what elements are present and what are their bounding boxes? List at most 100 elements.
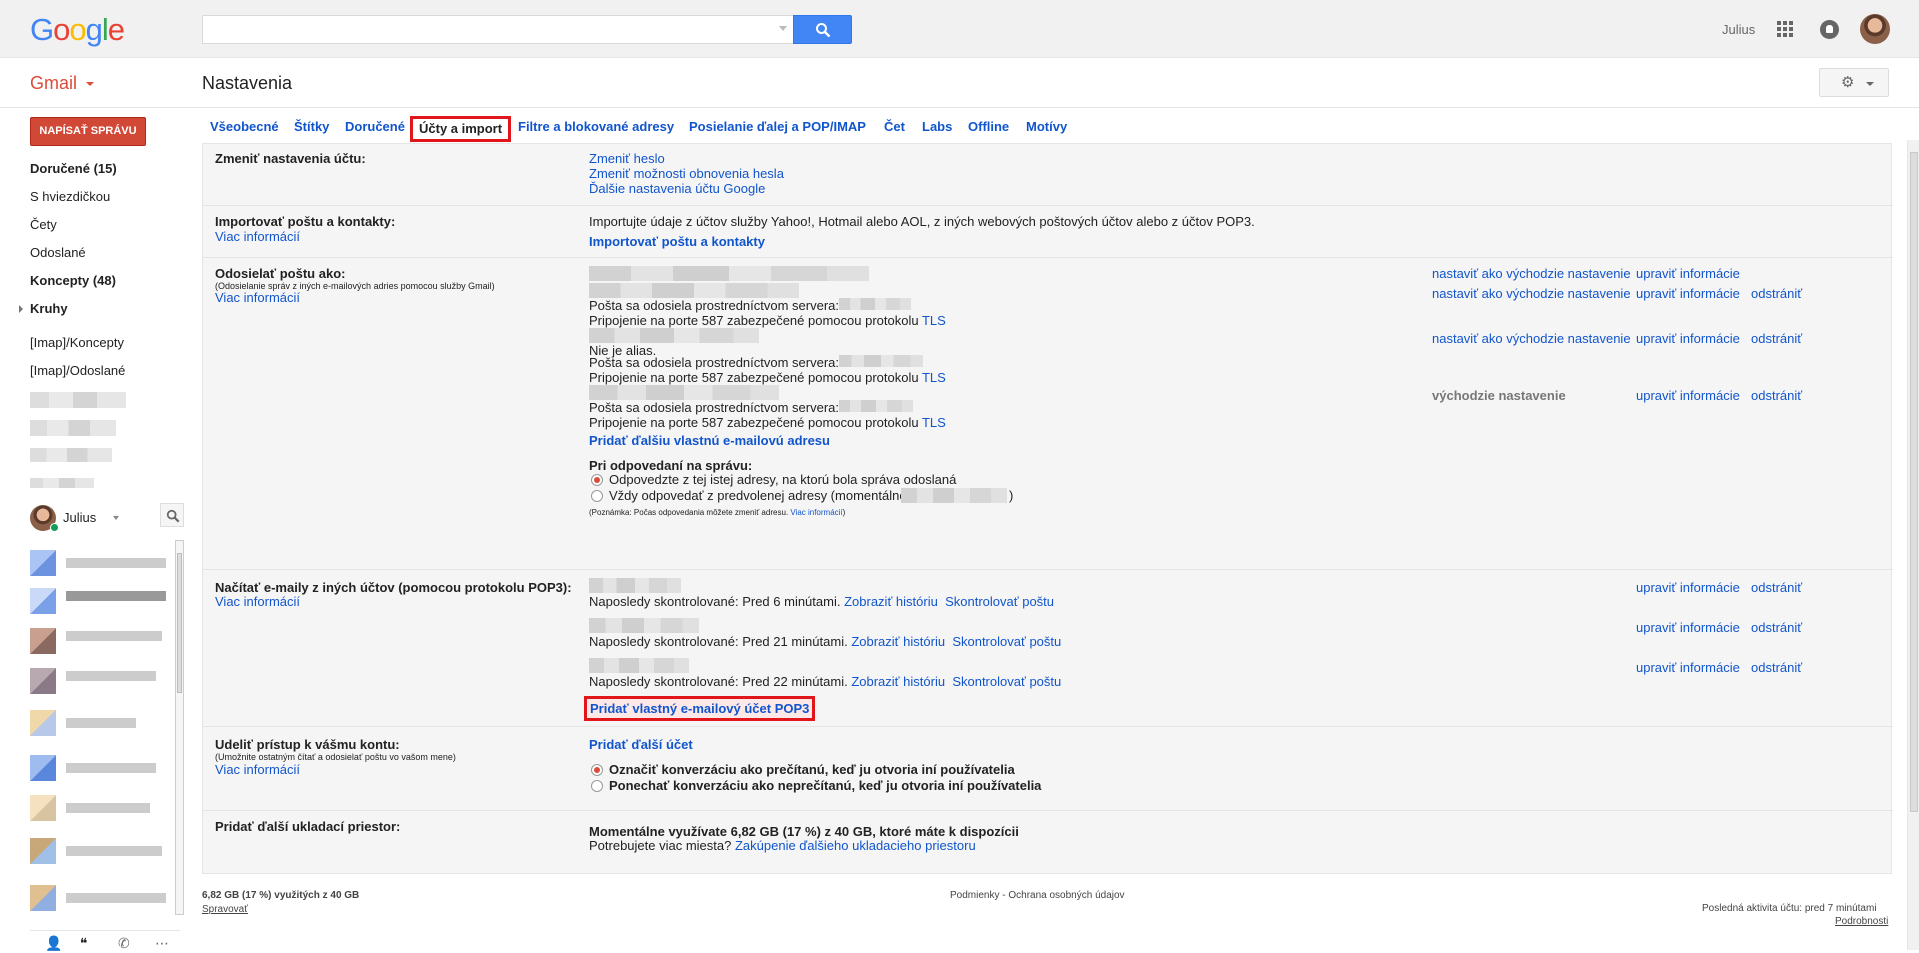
tab-labs[interactable]: Labs bbox=[914, 114, 960, 140]
gmail-menu-caret-icon[interactable] bbox=[86, 82, 94, 86]
page-scroll-thumb[interactable] bbox=[1910, 152, 1918, 812]
chat-contact[interactable] bbox=[30, 795, 170, 821]
nav-item-sent[interactable]: Odoslané bbox=[30, 245, 86, 260]
chat-search-button[interactable] bbox=[160, 503, 184, 527]
remove-link[interactable]: odstrániť bbox=[1751, 580, 1802, 595]
chat-scrollbar[interactable] bbox=[175, 540, 184, 915]
tab-accounts-import[interactable]: Účty a import bbox=[410, 116, 512, 142]
apps-grid-icon[interactable] bbox=[1777, 21, 1793, 37]
chat-user-name[interactable]: Julius bbox=[63, 510, 96, 525]
change-recovery-link[interactable]: Zmeniť možnosti obnovenia hesla bbox=[589, 166, 784, 181]
edit-info-link[interactable]: upraviť informácie bbox=[1636, 388, 1740, 403]
reply-default-address-radio[interactable] bbox=[591, 490, 603, 502]
page-scrollbar[interactable] bbox=[1907, 140, 1919, 950]
buy-storage-link[interactable]: Zakúpenie ďalšieho ukladacieho priestoru bbox=[735, 838, 976, 853]
remove-link[interactable]: odstrániť bbox=[1751, 286, 1802, 301]
add-pop3-account-link[interactable]: Pridať vlastný e-mailový účet POP3 bbox=[584, 696, 816, 721]
edit-info-link[interactable]: upraviť informácie bbox=[1636, 331, 1740, 346]
nav-item-drafts[interactable]: Koncepty (48) bbox=[30, 273, 116, 288]
set-default-link[interactable]: nastaviť ako východzie nastavenie bbox=[1432, 266, 1631, 281]
search-input[interactable] bbox=[202, 15, 793, 44]
tab-forwarding[interactable]: Posielanie ďalej a POP/IMAP bbox=[681, 114, 874, 140]
tab-offline[interactable]: Offline bbox=[960, 114, 1017, 140]
gmail-menu-label[interactable]: Gmail bbox=[30, 73, 77, 94]
tab-chat[interactable]: Čet bbox=[876, 114, 913, 140]
tls-link[interactable]: TLS bbox=[922, 370, 946, 385]
edit-info-link[interactable]: upraviť informácie bbox=[1636, 660, 1740, 675]
tls-link[interactable]: TLS bbox=[922, 415, 946, 430]
contacts-icon[interactable]: 👤 bbox=[45, 935, 62, 952]
set-default-link[interactable]: nastaviť ako východzie nastavenie bbox=[1432, 286, 1631, 301]
compose-button[interactable]: NAPÍSAŤ SPRÁVU bbox=[30, 117, 146, 146]
edit-info-link[interactable]: upraviť informácie bbox=[1636, 580, 1740, 595]
nav-item-imap-sent[interactable]: [Imap]/Odoslané bbox=[30, 363, 125, 378]
search-button[interactable] bbox=[793, 15, 852, 44]
change-password-link[interactable]: Zmeniť heslo bbox=[589, 151, 665, 166]
search-options-caret-icon[interactable] bbox=[779, 26, 787, 31]
footer-manage-link[interactable]: Spravovať bbox=[202, 904, 248, 915]
chat-contact[interactable] bbox=[30, 550, 170, 576]
chat-contact[interactable] bbox=[30, 755, 170, 781]
expand-arrow-icon[interactable] bbox=[19, 305, 23, 313]
phone-icon[interactable]: ✆ bbox=[118, 935, 130, 952]
tab-themes[interactable]: Motívy bbox=[1018, 114, 1075, 140]
details-link[interactable]: Podrobnosti bbox=[1835, 916, 1888, 927]
nav-item-inbox[interactable]: Doručené (15) bbox=[30, 161, 117, 176]
nav-item-circles[interactable]: Kruhy bbox=[30, 301, 68, 316]
account-avatar[interactable] bbox=[1860, 14, 1890, 44]
tab-labels[interactable]: Štítky bbox=[286, 114, 337, 140]
more-info-link[interactable]: Viac informácií bbox=[215, 594, 300, 609]
nav-item-redacted[interactable] bbox=[30, 478, 94, 488]
check-mail-link[interactable]: Skontrolovať poštu bbox=[952, 674, 1061, 689]
check-mail-link[interactable]: Skontrolovať poštu bbox=[952, 634, 1061, 649]
view-history-link[interactable]: Zobraziť históriu bbox=[844, 594, 938, 609]
remove-link[interactable]: odstrániť bbox=[1751, 660, 1802, 675]
edit-info-link[interactable]: upraviť informácie bbox=[1636, 620, 1740, 635]
tab-inbox[interactable]: Doručené bbox=[337, 114, 413, 140]
tab-general[interactable]: Všeobecné bbox=[202, 114, 287, 140]
edit-info-link[interactable]: upraviť informácie bbox=[1636, 266, 1740, 281]
tab-filters[interactable]: Filtre a blokované adresy bbox=[510, 114, 682, 140]
leave-unread-radio[interactable] bbox=[591, 780, 603, 792]
view-history-link[interactable]: Zobraziť históriu bbox=[851, 674, 945, 689]
google-account-settings-link[interactable]: Ďalšie nastavenia účtu Google bbox=[589, 181, 765, 196]
chevron-down-icon[interactable] bbox=[113, 516, 119, 520]
chat-contact[interactable] bbox=[30, 668, 170, 694]
privacy-link[interactable]: Ochrana osobných údajov bbox=[1008, 890, 1124, 901]
nav-item-starred[interactable]: S hviezdičkou bbox=[30, 189, 110, 204]
chat-contact[interactable] bbox=[30, 710, 170, 736]
chat-contact[interactable] bbox=[30, 838, 170, 864]
terms-link[interactable]: Podmienky bbox=[950, 890, 999, 901]
tls-link[interactable]: TLS bbox=[922, 313, 946, 328]
remove-link[interactable]: odstrániť bbox=[1751, 331, 1802, 346]
remove-link[interactable]: odstrániť bbox=[1751, 388, 1802, 403]
chat-contact[interactable] bbox=[30, 885, 170, 911]
chat-contact[interactable] bbox=[30, 588, 170, 614]
nav-item-redacted[interactable] bbox=[30, 392, 126, 408]
reply-same-address-radio[interactable] bbox=[591, 474, 603, 486]
import-mail-contacts-link[interactable]: Importovať poštu a kontakty bbox=[589, 234, 765, 249]
user-name-link[interactable]: Julius bbox=[1722, 22, 1755, 37]
nav-item-redacted[interactable] bbox=[30, 420, 116, 436]
notifications-icon[interactable] bbox=[1820, 20, 1839, 39]
hangouts-icon[interactable]: ❝ bbox=[80, 935, 88, 952]
more-info-link[interactable]: Viac informácií bbox=[215, 229, 300, 244]
add-address-link[interactable]: Pridať ďalšiu vlastnú e-mailovú adresu bbox=[589, 433, 830, 448]
more-info-link[interactable]: Viac informácií bbox=[215, 762, 300, 777]
nav-item-chats[interactable]: Čety bbox=[30, 217, 57, 232]
mark-read-radio[interactable] bbox=[591, 764, 603, 776]
google-logo[interactable]: Google bbox=[30, 12, 125, 48]
edit-info-link[interactable]: upraviť informácie bbox=[1636, 286, 1740, 301]
nav-item-redacted[interactable] bbox=[30, 448, 112, 462]
check-mail-link[interactable]: Skontrolovať poštu bbox=[945, 594, 1054, 609]
settings-button[interactable]: ⚙ bbox=[1819, 68, 1889, 97]
nav-item-imap-drafts[interactable]: [Imap]/Koncepty bbox=[30, 335, 124, 350]
more-info-link[interactable]: Viac informácií bbox=[790, 508, 842, 517]
set-default-link[interactable]: nastaviť ako východzie nastavenie bbox=[1432, 331, 1631, 346]
add-another-account-link[interactable]: Pridať ďalší účet bbox=[589, 737, 693, 752]
more-info-link[interactable]: Viac informácií bbox=[215, 290, 300, 305]
more-icon[interactable]: ⋯ bbox=[155, 935, 169, 952]
chat-contact[interactable] bbox=[30, 628, 170, 654]
remove-link[interactable]: odstrániť bbox=[1751, 620, 1802, 635]
view-history-link[interactable]: Zobraziť históriu bbox=[851, 634, 945, 649]
